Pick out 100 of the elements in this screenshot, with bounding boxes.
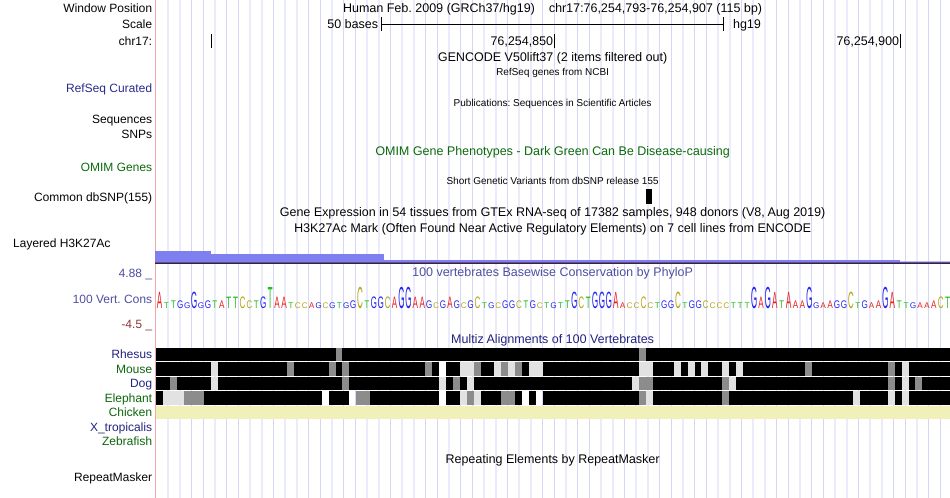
track-label[interactable]: Common dbSNP(155) (34, 190, 155, 204)
axis-min-label: -4.5 _ (121, 317, 154, 331)
base-letter: C (495, 300, 502, 310)
base-letter: C (640, 292, 646, 312)
base-letter: A (876, 298, 882, 312)
base-letter: C (246, 298, 252, 312)
base-letter: T (654, 300, 660, 310)
base-letter: G (882, 281, 888, 315)
tick-mark (554, 34, 555, 48)
base-letter: T (268, 281, 273, 315)
base-letter: A (412, 292, 418, 312)
base-letter: T (164, 300, 169, 310)
position-text: chr17:76,254,793-76,254,907 (115 bp) (548, 1, 762, 15)
base-letter: C (723, 300, 730, 310)
species-label[interactable]: Dog (0, 376, 155, 391)
track-title: RefSeq genes from NCBI (496, 68, 609, 78)
species-label[interactable]: Rhesus (0, 347, 155, 362)
base-letter: A (827, 298, 833, 312)
track-label[interactable]: OMIM Genes (80, 160, 155, 174)
base-letter: T (212, 298, 218, 312)
track-label[interactable]: Sequences (92, 112, 155, 126)
base-letter: A (820, 300, 826, 310)
base-letter: A (792, 298, 798, 312)
base-letter: C (634, 300, 640, 310)
base-letter: T (682, 300, 688, 310)
species-label[interactable]: Elephant (0, 390, 155, 406)
base-letter: A (392, 292, 398, 312)
assembly-name: Human Feb. 2009 (GRCh37/hg19) (343, 1, 535, 15)
base-letter: G (329, 300, 336, 310)
base-letter: A (620, 300, 626, 310)
base-letter: T (855, 300, 860, 310)
base-letter: G (840, 298, 847, 312)
base-letter: T (945, 292, 950, 312)
row-label: chr17: (118, 34, 153, 48)
base-letter: A (924, 300, 930, 310)
track-label[interactable]: RefSeq Curated (66, 81, 155, 95)
base-letter: C (702, 298, 708, 312)
base-letter: T (523, 298, 528, 312)
tick-mark (900, 34, 901, 48)
base-letter: C (536, 300, 543, 310)
scale-assembly: hg19 (733, 17, 762, 31)
base-letter: C (716, 300, 722, 310)
base-letter: A (419, 292, 425, 312)
track-label[interactable]: 100 Vert. Cons (72, 292, 155, 306)
track-label[interactable]: RepeatMasker (74, 470, 155, 484)
base-letter: G (177, 298, 184, 312)
base-letter: C (626, 300, 632, 310)
base-letter: G (750, 281, 758, 315)
base-letter: T (336, 300, 342, 310)
track-title: 100 vertebrates Basewise Conservation by PhyloP (412, 266, 693, 279)
base-letter: A (308, 300, 314, 310)
base-letter: T (226, 292, 232, 312)
base-letter: G (834, 298, 840, 312)
track-title: Short Genetic Variants from dbSNP release 155 (446, 176, 658, 186)
base-letter: C (302, 300, 308, 310)
base-letter: G (342, 300, 350, 310)
base-letter: A (156, 286, 162, 314)
variant-mark (646, 189, 652, 204)
base-letter: T (233, 292, 238, 312)
track-label[interactable]: Layered H3K27Ac (0, 236, 110, 250)
base-letter: C (433, 300, 439, 310)
species-label[interactable]: Zebrafish (0, 434, 155, 449)
base-letter: C (710, 300, 716, 310)
base-letter: T (544, 300, 550, 310)
row-label: Scale (122, 17, 153, 31)
base-letter: C (384, 292, 391, 312)
base-letter: G (696, 298, 702, 312)
base-letter: A (772, 286, 778, 314)
base-letter: T (288, 300, 294, 310)
base-letter: G (806, 281, 812, 315)
base-letter: T (738, 300, 743, 310)
base-letter: A (786, 286, 792, 314)
base-letter: C (578, 292, 584, 312)
base-letter: G (660, 298, 668, 312)
base-letter: G (184, 300, 190, 310)
tick-mark (211, 34, 212, 48)
species-label[interactable]: Chicken (0, 405, 155, 420)
species-label[interactable]: Mouse (0, 362, 155, 376)
base-letter: T (904, 300, 909, 310)
base-letter: G (454, 298, 460, 312)
species-label[interactable]: X_tropicalis (0, 420, 155, 434)
base-letter: T (558, 300, 563, 310)
base-letter: T (896, 298, 902, 312)
base-letter: T (254, 298, 259, 312)
base-letter: G (350, 298, 356, 312)
base-letter: G (198, 300, 204, 310)
track-label[interactable]: SNPs (121, 127, 155, 141)
base-letter: G (764, 281, 771, 315)
base-letter: G (688, 298, 695, 312)
base-letter: G (488, 300, 494, 310)
base-letter: C (239, 292, 246, 312)
base-letter: G (467, 298, 474, 312)
base-letter: T (482, 300, 487, 310)
base-letter: C (322, 300, 328, 310)
base-letter: C (516, 298, 522, 312)
track-title: Repeating Elements by RepeatMasker (445, 453, 660, 466)
track-title: Publications: Sequences in Scientific Articles (454, 98, 652, 108)
base-letter: C (474, 292, 480, 312)
base-letter: G (204, 298, 211, 312)
base-letter: A (281, 292, 287, 312)
